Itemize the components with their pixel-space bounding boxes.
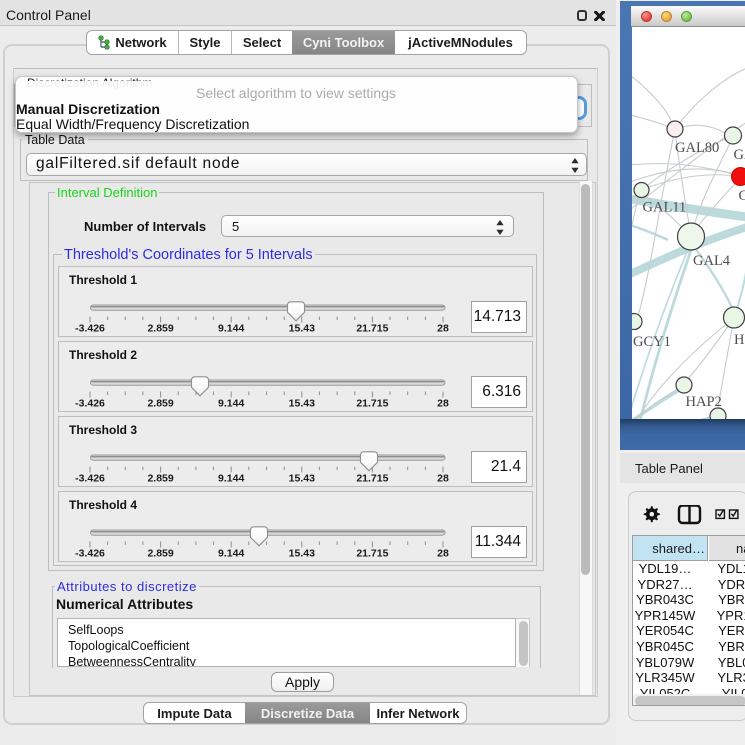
svg-text:-3.426: -3.426: [75, 322, 105, 334]
svg-text:GCY1: GCY1: [633, 334, 671, 350]
svg-text:28: 28: [437, 472, 449, 484]
svg-text:21.715: 21.715: [356, 547, 388, 559]
svg-text:GAL80: GAL80: [675, 140, 719, 156]
svg-text:2.859: 2.859: [147, 397, 173, 409]
svg-text:2.859: 2.859: [147, 547, 173, 559]
svg-text:15.43: 15.43: [289, 397, 315, 409]
svg-text:9.144: 9.144: [218, 472, 244, 484]
svg-text:GAL1: GAL1: [734, 147, 745, 163]
svg-text:GAL4: GAL4: [693, 253, 731, 269]
svg-text:-3.426: -3.426: [75, 397, 105, 409]
svg-text:-3.426: -3.426: [75, 472, 105, 484]
svg-text:9.144: 9.144: [218, 322, 244, 334]
svg-text:15.43: 15.43: [289, 322, 315, 334]
svg-text:15.43: 15.43: [289, 472, 315, 484]
svg-text:9.144: 9.144: [218, 397, 244, 409]
svg-text:28: 28: [437, 322, 449, 334]
svg-text:28: 28: [437, 397, 449, 409]
svg-text:21.715: 21.715: [356, 472, 388, 484]
svg-text:21.715: 21.715: [356, 397, 388, 409]
svg-text:21.715: 21.715: [356, 322, 388, 334]
svg-text:CDC: CDC: [739, 188, 745, 204]
svg-text:GAL11: GAL11: [643, 200, 687, 216]
svg-text:HAP2: HAP2: [686, 394, 722, 410]
svg-text:2.859: 2.859: [147, 322, 173, 334]
svg-text:28: 28: [437, 547, 449, 559]
svg-text:-3.426: -3.426: [75, 547, 105, 559]
svg-text:9.144: 9.144: [218, 547, 244, 559]
svg-text:2.859: 2.859: [147, 472, 173, 484]
svg-text:HIS7: HIS7: [734, 332, 745, 348]
svg-text:15.43: 15.43: [289, 547, 315, 559]
